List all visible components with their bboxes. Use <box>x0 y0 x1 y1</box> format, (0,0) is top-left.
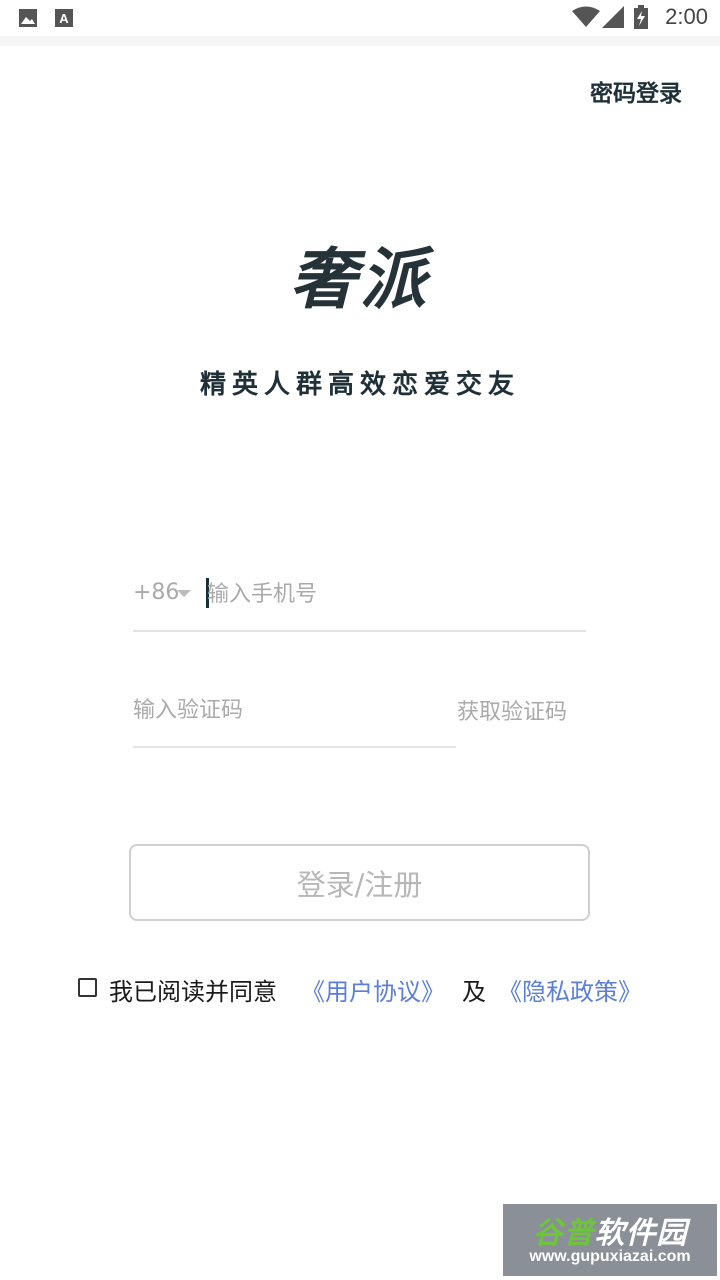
watermark: 谷普软件园 www.gupuxiazai.com <box>503 1204 717 1276</box>
agreement-prefix: 我已阅读并同意 <box>109 978 277 1006</box>
country-code-selector[interactable]: +86 <box>133 580 179 605</box>
watermark-title-b: 软件园 <box>594 1216 688 1251</box>
watermark-title-a: 谷普 <box>532 1216 595 1251</box>
login-register-button[interactable]: 登录/注册 <box>129 844 590 921</box>
app-logo: 奢派 <box>290 241 430 318</box>
watermark-title: 谷普软件园 <box>503 1208 717 1252</box>
status-divider <box>0 36 720 46</box>
phone-input[interactable] <box>207 576 577 612</box>
signal-icon <box>602 6 624 32</box>
app-slogan: 精英人群高效恋爱交友 <box>199 370 520 400</box>
wifi-icon <box>572 6 600 32</box>
privacy-policy-link[interactable]: 《隐私政策》 <box>498 972 642 1007</box>
image-icon <box>18 8 38 32</box>
phone-input-row: +86 <box>133 572 586 632</box>
font-icon: A <box>55 8 73 32</box>
svg-text:A: A <box>59 11 69 26</box>
battery-charging-icon <box>634 5 648 33</box>
verify-code-input[interactable] <box>133 692 443 728</box>
status-bar: A 2:00 <box>0 0 720 36</box>
agreement-and: 及 <box>462 978 486 1006</box>
watermark-url: www.gupuxiazai.com <box>529 1248 691 1265</box>
status-time: 2:00 <box>665 4 708 29</box>
chevron-down-icon[interactable] <box>177 590 191 597</box>
user-agreement-link[interactable]: 《用户协议》 <box>301 972 445 1007</box>
agreement-checkbox[interactable] <box>78 978 97 997</box>
verify-code-row <box>133 688 456 748</box>
get-code-button[interactable]: 获取验证码 <box>457 694 567 726</box>
password-login-link[interactable]: 密码登录 <box>590 74 682 108</box>
